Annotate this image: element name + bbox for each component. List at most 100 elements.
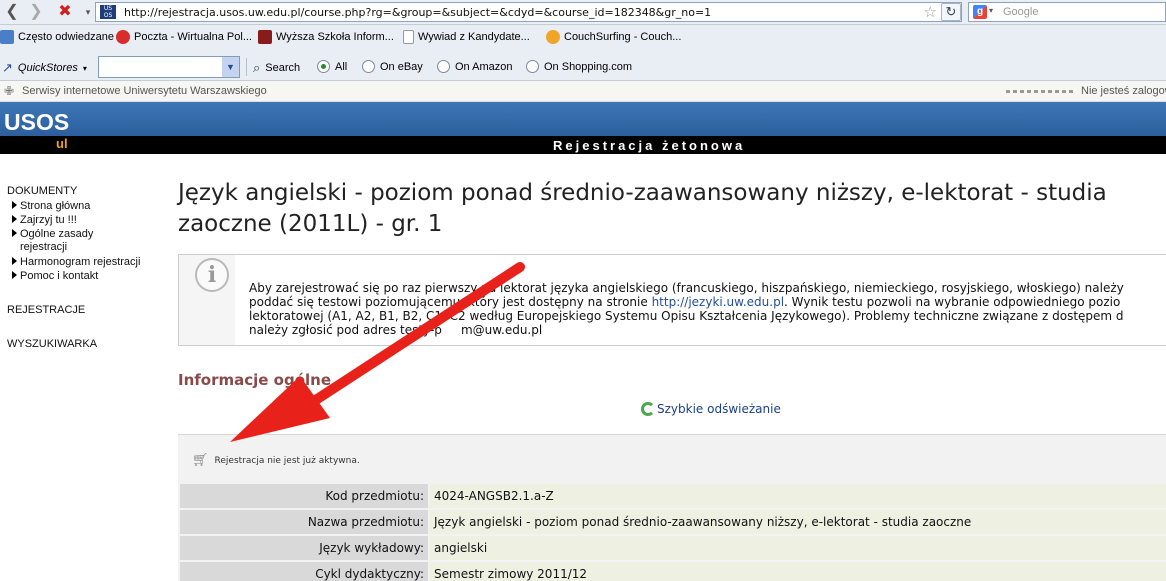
- url-text: http://rejestracja.usos.uw.edu.pl/course…: [124, 6, 712, 19]
- search-label: Search: [265, 62, 301, 74]
- course-details-table: Kod przedmiotu: 4024-ANGSB2.1.a-Z Nazwa …: [180, 482, 1166, 581]
- sidebar-section-search[interactable]: WYSZUKIWARKA: [7, 338, 97, 350]
- cart-disabled-icon: 🛒︎: [192, 453, 209, 468]
- search-box[interactable]: g ▾ Google: [968, 2, 1166, 22]
- sidebar-item-home[interactable]: Strona główna: [12, 199, 90, 213]
- page-icon: [403, 30, 414, 44]
- sidebar-section-documents[interactable]: DOKUMENTY: [7, 185, 77, 197]
- info-line: należy zgłosić pod adres testy-p m@uw.ed…: [249, 323, 543, 337]
- bookmarks-toolbar: Często odwiedzane Poczta - Wirtualna Pol…: [0, 25, 1166, 53]
- sidebar-item-look-here[interactable]: Zajrzyj tu !!!: [12, 213, 77, 227]
- radio-amazon[interactable]: On Amazon: [437, 60, 512, 73]
- refresh-icon: [641, 402, 655, 416]
- title-bar: ul Rejestracja żetonowa: [0, 136, 1166, 154]
- toolbar-divider: [246, 58, 247, 76]
- radio-ebay[interactable]: On eBay: [362, 60, 423, 73]
- app-title: Rejestracja żetonowa: [553, 138, 746, 153]
- sidebar-item-label: Zajrzyj tu !!!: [20, 214, 77, 226]
- table-row: Kod przedmiotu: 4024-ANGSB2.1.a-Z: [180, 484, 1166, 508]
- search-engine-dropdown-icon[interactable]: ▾: [989, 6, 993, 15]
- bookmark-star-icon[interactable]: ☆: [924, 3, 937, 21]
- radio-label: All: [335, 60, 348, 73]
- radio-icon: [437, 60, 450, 73]
- usos-logo[interactable]: USOS: [4, 109, 69, 136]
- bookmark-interview[interactable]: Wywiad z Kandydate...: [403, 30, 530, 44]
- dropdown-arrow-icon[interactable]: ▼: [222, 57, 239, 77]
- refresh-label: Szybkie odświeżanie: [657, 402, 781, 416]
- sidebar-item-help[interactable]: Pomoc i kontakt: [12, 269, 98, 283]
- quickstores-toolbar: ↗ QuickStores ▾ ▼ ⌕ Search All On eBay O…: [0, 53, 1166, 81]
- triangle-icon: [12, 215, 17, 223]
- forward-icon[interactable]: ❯: [26, 3, 46, 21]
- page-title-line1: Język angielski - poziom ponad średnio-z…: [178, 180, 1107, 206]
- page-title-line2: zaoczne (2011L) - gr. 1: [178, 211, 443, 237]
- uw-eagle-icon: ✙: [4, 84, 15, 98]
- login-dots: [1006, 90, 1076, 93]
- radio-icon: [526, 60, 539, 73]
- info-text: Aby zarejestrować się po raz pierwszy na…: [249, 281, 1124, 337]
- sidebar: DOKUMENTY Strona główna Zajrzyj tu !!! O…: [0, 154, 172, 581]
- registration-status-text: Rejestracja nie jest już aktywna.: [214, 455, 360, 466]
- detail-value: angielski: [428, 536, 1166, 560]
- radio-label: On Amazon: [455, 60, 513, 73]
- detail-label: Kod przedmiotu:: [180, 484, 428, 508]
- info-box: i Aby zarejestrować się po raz pierwszy …: [178, 254, 1166, 346]
- wsi-icon: [258, 30, 272, 44]
- usos-logo-sub: ul: [56, 136, 68, 151]
- stop-icon[interactable]: ✖: [55, 3, 75, 21]
- bookmark-frequent[interactable]: Często odwiedzane: [0, 30, 114, 44]
- chevron-down-icon: ▾: [82, 63, 87, 73]
- quickstores-icon: ↗: [2, 60, 13, 75]
- info-line: Aby zarejestrować się po raz pierwszy na…: [249, 281, 1124, 295]
- info-text-part: . Wynik testu pozwoli na wybranie odpowi…: [784, 295, 1121, 309]
- info-line: lektoratowej (A1, A2, B1, B2, C1, C2 wed…: [249, 309, 1124, 323]
- detail-label: Cykl dydaktyczny:: [180, 562, 428, 581]
- detail-value: Język angielski - poziom ponad średnio-z…: [428, 510, 1166, 534]
- radio-selected-icon: [317, 60, 330, 73]
- sidebar-item-rules-cont[interactable]: rejestracji: [20, 241, 67, 253]
- quick-refresh-link[interactable]: Szybkie odświeżanie: [641, 402, 781, 416]
- radio-shopping[interactable]: On Shopping.com: [526, 60, 632, 73]
- couchsurfing-icon: [546, 30, 560, 44]
- bookmark-label: Poczta - Wirtualna Pol...: [134, 31, 252, 43]
- sidebar-item-schedule[interactable]: Harmonogram rejestracji: [12, 255, 140, 269]
- sidebar-item-label: Harmonogram rejestracji: [20, 256, 141, 268]
- usos-header: USOS: [0, 102, 1166, 136]
- sidebar-item-rules[interactable]: Ogólne zasady: [12, 227, 93, 241]
- table-row: Nazwa przedmiotu: Język angielski - pozi…: [180, 510, 1166, 534]
- triangle-icon: [12, 201, 17, 209]
- info-text-part: poddać się testowi poziomującemu, który …: [249, 295, 652, 309]
- bookmark-couchsurfing[interactable]: CouchSurfing - Couch...: [546, 30, 681, 44]
- sidebar-section-registrations[interactable]: REJESTRACJE: [7, 304, 85, 316]
- frequent-icon: [0, 30, 14, 44]
- uw-services-bar: ✙ Serwisy internetowe Uniwersytetu Warsz…: [0, 81, 1166, 102]
- sidebar-item-label: Ogólne zasady: [20, 228, 94, 240]
- uw-services-link[interactable]: Serwisy internetowe Uniwersytetu Warszaw…: [22, 85, 267, 97]
- language-test-link[interactable]: http://jezyki.uw.edu.pl: [652, 295, 784, 309]
- sidebar-item-label: Strona główna: [20, 200, 91, 212]
- triangle-icon: [12, 271, 17, 279]
- magnifier-icon: ⌕: [253, 60, 261, 75]
- bookmark-label: CouchSurfing - Couch...: [564, 31, 682, 43]
- table-row: Cykl dydaktyczny: Semestr zimowy 2011/12: [180, 562, 1166, 581]
- back-icon[interactable]: ❮: [2, 3, 22, 21]
- radio-icon: [362, 60, 375, 73]
- sidebar-item-label: Pomoc i kontakt: [20, 270, 99, 282]
- wp-mail-icon: [116, 30, 130, 44]
- bookmark-label: Wyższa Szkoła Inform...: [276, 31, 394, 43]
- login-status[interactable]: Nie jesteś zalogow: [1081, 85, 1166, 97]
- info-message: Aby zarejestrować się po raz pierwszy na…: [235, 255, 1166, 345]
- detail-value: 4024-ANGSB2.1.a-Z: [428, 484, 1166, 508]
- address-bar[interactable]: US OS http://rejestracja.usos.uw.edu.pl/c…: [95, 2, 962, 22]
- info-line: poddać się testowi poziomującemu, który …: [249, 295, 1124, 309]
- radio-all[interactable]: All: [317, 60, 347, 73]
- quickstores-menu[interactable]: ↗ QuickStores ▾: [2, 60, 87, 76]
- detail-label: Nazwa przedmiotu:: [180, 510, 428, 534]
- reload-button[interactable]: ↻: [941, 3, 961, 21]
- bookmark-wsi[interactable]: Wyższa Szkoła Inform...: [258, 30, 394, 44]
- toolbar-search-button[interactable]: ⌕ Search: [253, 60, 300, 76]
- quickstores-search-input[interactable]: ▼: [98, 56, 240, 78]
- search-placeholder: Google: [1003, 6, 1039, 18]
- section-title-general: Informacje ogólne: [178, 371, 332, 389]
- bookmark-wp-mail[interactable]: Poczta - Wirtualna Pol...: [116, 30, 252, 44]
